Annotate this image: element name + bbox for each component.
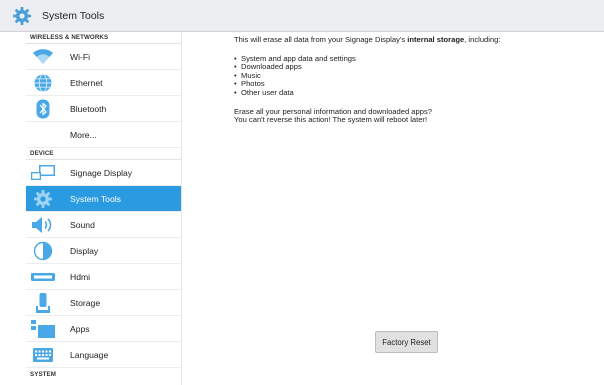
storage-icon <box>26 290 60 316</box>
sidebar-item-label: More... <box>70 129 97 140</box>
sidebar-item-ethernet[interactable]: Ethernet <box>26 70 181 96</box>
bluetooth-icon <box>26 96 60 122</box>
intro-text-start: This will erase all data from your Signa… <box>234 35 408 44</box>
intro-text: This will erase all data from your Signa… <box>234 35 594 45</box>
sidebar-item-language[interactable]: Language <box>26 342 181 368</box>
section-header-device: DEVICE <box>26 148 181 160</box>
hdmi-icon <box>26 264 60 290</box>
section-header-system: SYSTEM <box>30 370 57 378</box>
brightness-icon <box>26 238 60 264</box>
sidebar-item-apps[interactable]: Apps <box>26 316 181 342</box>
sidebar-item-label: System Tools <box>70 193 121 204</box>
wifi-icon <box>26 44 60 70</box>
sidebar-item-label: Sound <box>70 219 95 230</box>
speaker-icon <box>26 212 60 238</box>
sidebar-item-display[interactable]: Display <box>26 238 181 264</box>
sidebar-item-label: Bluetooth <box>70 103 107 114</box>
list-item: Music <box>234 71 594 81</box>
sidebar-item-bluetooth[interactable]: Bluetooth <box>26 96 181 122</box>
sidebar-item-label: Apps <box>70 323 90 334</box>
sidebar-item-more[interactable]: More... <box>26 122 181 148</box>
apps-icon <box>26 316 60 342</box>
list-item: Other user data <box>234 88 594 98</box>
intro-text-end: , including: <box>464 35 501 44</box>
list-item: Downloaded apps <box>234 63 594 72</box>
sidebar-item-label: Display <box>70 245 99 256</box>
sidebar-item-system-tools[interactable]: System Tools <box>26 186 181 212</box>
erase-list: System and app data and settings Downloa… <box>234 54 594 98</box>
sidebar-item-sound[interactable]: Sound <box>26 212 181 238</box>
factory-reset-button[interactable]: Factory Reset <box>375 331 438 353</box>
settings-sidebar: WIRELESS & NETWORKS Wi-Fi Ethernet Bluet… <box>26 32 182 385</box>
gear-icon <box>26 186 60 212</box>
sidebar-item-signage-display[interactable]: Signage Display <box>26 160 181 186</box>
sidebar-item-hdmi[interactable]: Hdmi <box>26 264 181 290</box>
section-header-wireless: WIRELESS & NETWORKS <box>26 32 181 44</box>
intro-text-bold: internal storage <box>407 35 465 44</box>
action-bar: System Tools <box>0 0 604 32</box>
sidebar-item-label: Signage Display <box>70 167 133 178</box>
keyboard-icon <box>26 342 60 368</box>
sidebar-item-label: Ethernet <box>70 77 103 88</box>
page-title: System Tools <box>42 9 105 22</box>
sidebar-item-label: Wi-Fi <box>70 51 91 62</box>
display-screens-icon <box>26 160 60 186</box>
factory-reset-panel: This will erase all data from your Signa… <box>234 35 594 125</box>
sidebar-item-label: Language <box>70 349 109 360</box>
sidebar-item-label: Hdmi <box>70 271 91 282</box>
globe-icon <box>26 70 60 96</box>
warning-line-2: You can't reverse this action! The syste… <box>234 115 428 125</box>
sidebar-item-label: Storage <box>70 297 101 308</box>
sidebar-item-storage[interactable]: Storage <box>26 290 181 316</box>
gear-icon[interactable] <box>10 4 34 28</box>
sidebar-item-wifi[interactable]: Wi-Fi <box>26 44 181 70</box>
